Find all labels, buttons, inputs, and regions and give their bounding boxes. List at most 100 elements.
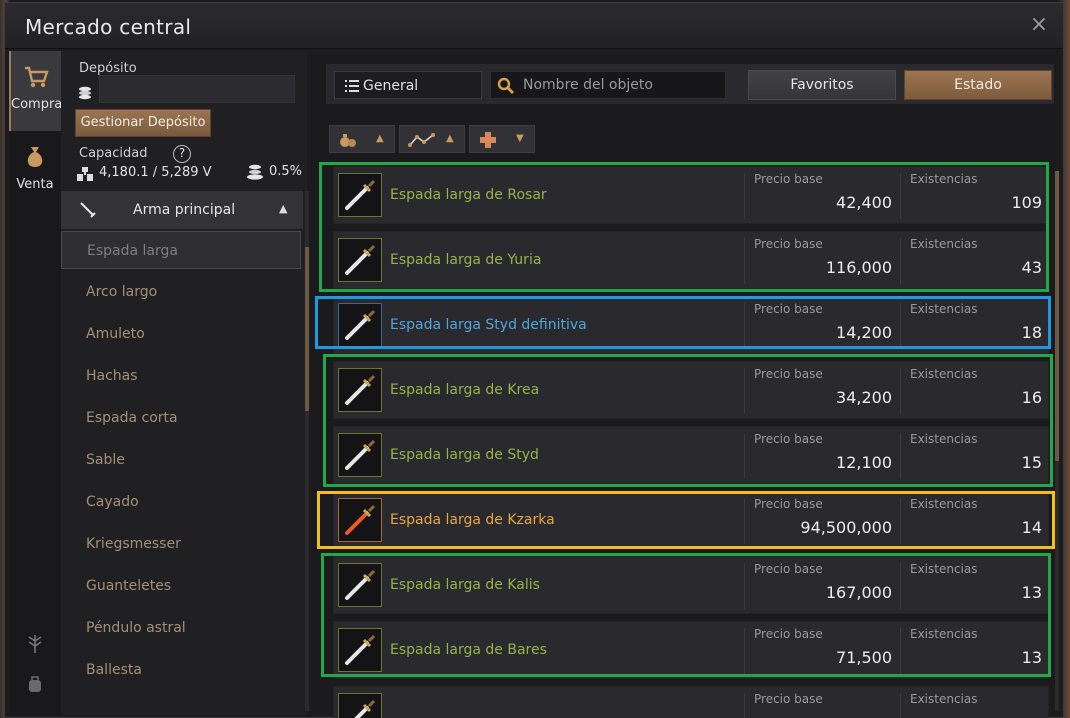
longsword-icon: [354, 699, 376, 718]
column-divider: [744, 238, 745, 284]
subcategory-item[interactable]: Guanteletes: [61, 567, 301, 605]
longsword-icon: [345, 374, 376, 405]
sort-desc-icon: ▼: [516, 133, 524, 144]
sort-by-bags-button[interactable]: ▲: [329, 125, 395, 153]
column-divider: [900, 628, 901, 674]
item-slot: [338, 498, 382, 542]
item-slot: [338, 628, 382, 672]
filter-select[interactable]: General: [334, 71, 482, 99]
left-scrollbar[interactable]: [305, 191, 309, 711]
subcategory-item[interactable]: Ballesta: [61, 651, 301, 689]
item-name: Espada larga de Kzarka: [390, 512, 555, 528]
search-input[interactable]: [523, 75, 719, 95]
stock-value: 14: [1021, 518, 1042, 537]
column-divider: [744, 628, 745, 674]
stock-label: Existencias: [910, 692, 978, 706]
tab-venta[interactable]: Venta: [9, 139, 61, 219]
longsword-icon: [345, 634, 376, 665]
category-header-main-weapon[interactable]: Arma principal ▲: [61, 191, 303, 229]
longsword-icon: [345, 439, 376, 470]
column-divider: [900, 693, 901, 718]
left-scrollbar-thumb[interactable]: [305, 247, 309, 411]
item-row[interactable]: Espada larga Styd definitiva Precio base 1…: [333, 296, 1049, 354]
subcategory-item[interactable]: Espada larga: [61, 231, 301, 269]
price-label: Precio base: [754, 692, 823, 706]
price-label: Precio base: [754, 302, 823, 316]
tree-icon[interactable]: [25, 633, 45, 653]
mode-tabs: Compra Venta: [9, 51, 63, 715]
price-label: Precio base: [754, 432, 823, 446]
price-value: 34,200: [836, 388, 892, 407]
tab-venta-label: Venta: [16, 177, 54, 192]
tab-compra[interactable]: Compra: [9, 51, 63, 131]
item-name: Espada larga de Bares: [390, 642, 547, 658]
bags-icon: [340, 134, 356, 147]
stock-value: 13: [1021, 583, 1042, 602]
stock-label: Existencias: [910, 497, 978, 511]
price-label: Precio base: [754, 497, 823, 511]
stock-label: Existencias: [910, 432, 978, 446]
column-divider: [744, 173, 745, 219]
stock-value: 43: [1021, 258, 1042, 277]
favorites-button[interactable]: Favoritos: [748, 70, 896, 100]
subcategory-item[interactable]: Sable: [61, 441, 301, 479]
sort-by-trend-button[interactable]: ▲: [399, 125, 465, 153]
left-panel: Depósito Gestionar Depósito Capacidad ? …: [61, 51, 309, 715]
item-name: Espada larga de Krea: [390, 382, 540, 398]
stock-label: Existencias: [910, 367, 978, 381]
longsword-icon: [345, 309, 376, 340]
item-row[interactable]: Espada larga de Bares Precio base 71,500 Ex…: [333, 621, 1049, 679]
manage-deposit-button[interactable]: Gestionar Depósito: [75, 109, 211, 137]
tax-coins-icon: [247, 164, 263, 180]
search-icon: [497, 77, 514, 94]
collapse-arrow-icon: ▲: [279, 202, 288, 215]
column-divider: [900, 303, 901, 349]
close-icon[interactable]: ×: [1029, 14, 1049, 36]
item-row[interactable]: Espada larga de Rosar Precio base 42,400 Ex…: [333, 166, 1049, 224]
item-slot: [338, 303, 382, 347]
tab-compra-label: Compra: [11, 97, 63, 112]
sort-by-enhance-button[interactable]: ▼: [469, 125, 535, 153]
item-name: Espada larga Styd definitiva: [390, 317, 587, 333]
column-divider: [900, 433, 901, 479]
price-label: Precio base: [754, 172, 823, 186]
stock-label: Existencias: [910, 237, 978, 251]
item-row[interactable]: Precio base Existencias: [333, 686, 1049, 718]
right-scrollbar-thumb[interactable]: [1055, 171, 1059, 461]
item-slot: [338, 238, 382, 282]
deposit-amount-field: [99, 75, 295, 103]
item-row[interactable]: Espada larga de Kalis Precio base 167,000 E…: [333, 556, 1049, 614]
subcategory-item[interactable]: Amuleto: [61, 315, 301, 353]
price-label: Precio base: [754, 627, 823, 641]
column-divider: [900, 173, 901, 219]
item-row[interactable]: Espada larga de Krea Precio base 34,200 Exi…: [333, 361, 1049, 419]
subcategory-item[interactable]: Kriegsmesser: [61, 525, 301, 563]
stock-label: Existencias: [910, 562, 978, 576]
status-button[interactable]: Estado: [904, 70, 1052, 100]
subcategory-item[interactable]: Espada corta: [61, 399, 301, 437]
money-bag-icon: [27, 147, 43, 167]
price-label: Precio base: [754, 237, 823, 251]
item-row[interactable]: Espada larga de Styd Precio base 12,100 Exi…: [333, 426, 1049, 484]
stock-label: Existencias: [910, 172, 978, 186]
item-name: Espada larga de Styd: [390, 447, 539, 463]
longsword-icon: [345, 504, 376, 535]
deposit-label: Depósito: [79, 61, 137, 76]
subcategory-item[interactable]: Hachas: [61, 357, 301, 395]
backpack-icon[interactable]: [25, 673, 45, 693]
item-row[interactable]: Espada larga de Yuria Precio base 116,000 E…: [333, 231, 1049, 289]
help-icon[interactable]: ?: [173, 145, 191, 163]
item-name: Espada larga de Yuria: [390, 252, 542, 268]
right-scrollbar[interactable]: [1055, 171, 1059, 711]
sword-icon: [80, 202, 96, 218]
top-toolbar: General Favoritos Estado: [325, 63, 1055, 105]
subcategory-item[interactable]: Arco largo: [61, 273, 301, 311]
item-row[interactable]: Espada larga de Kzarka Precio base 94,500,…: [333, 491, 1049, 549]
subcategory-item[interactable]: Péndulo astral: [61, 609, 301, 647]
price-label: Precio base: [754, 367, 823, 381]
subcategory-item[interactable]: Cayado: [61, 483, 301, 521]
column-divider: [900, 368, 901, 414]
cart-icon: [25, 66, 49, 88]
stock-value: 13: [1021, 648, 1042, 667]
item-slot: [338, 693, 382, 718]
